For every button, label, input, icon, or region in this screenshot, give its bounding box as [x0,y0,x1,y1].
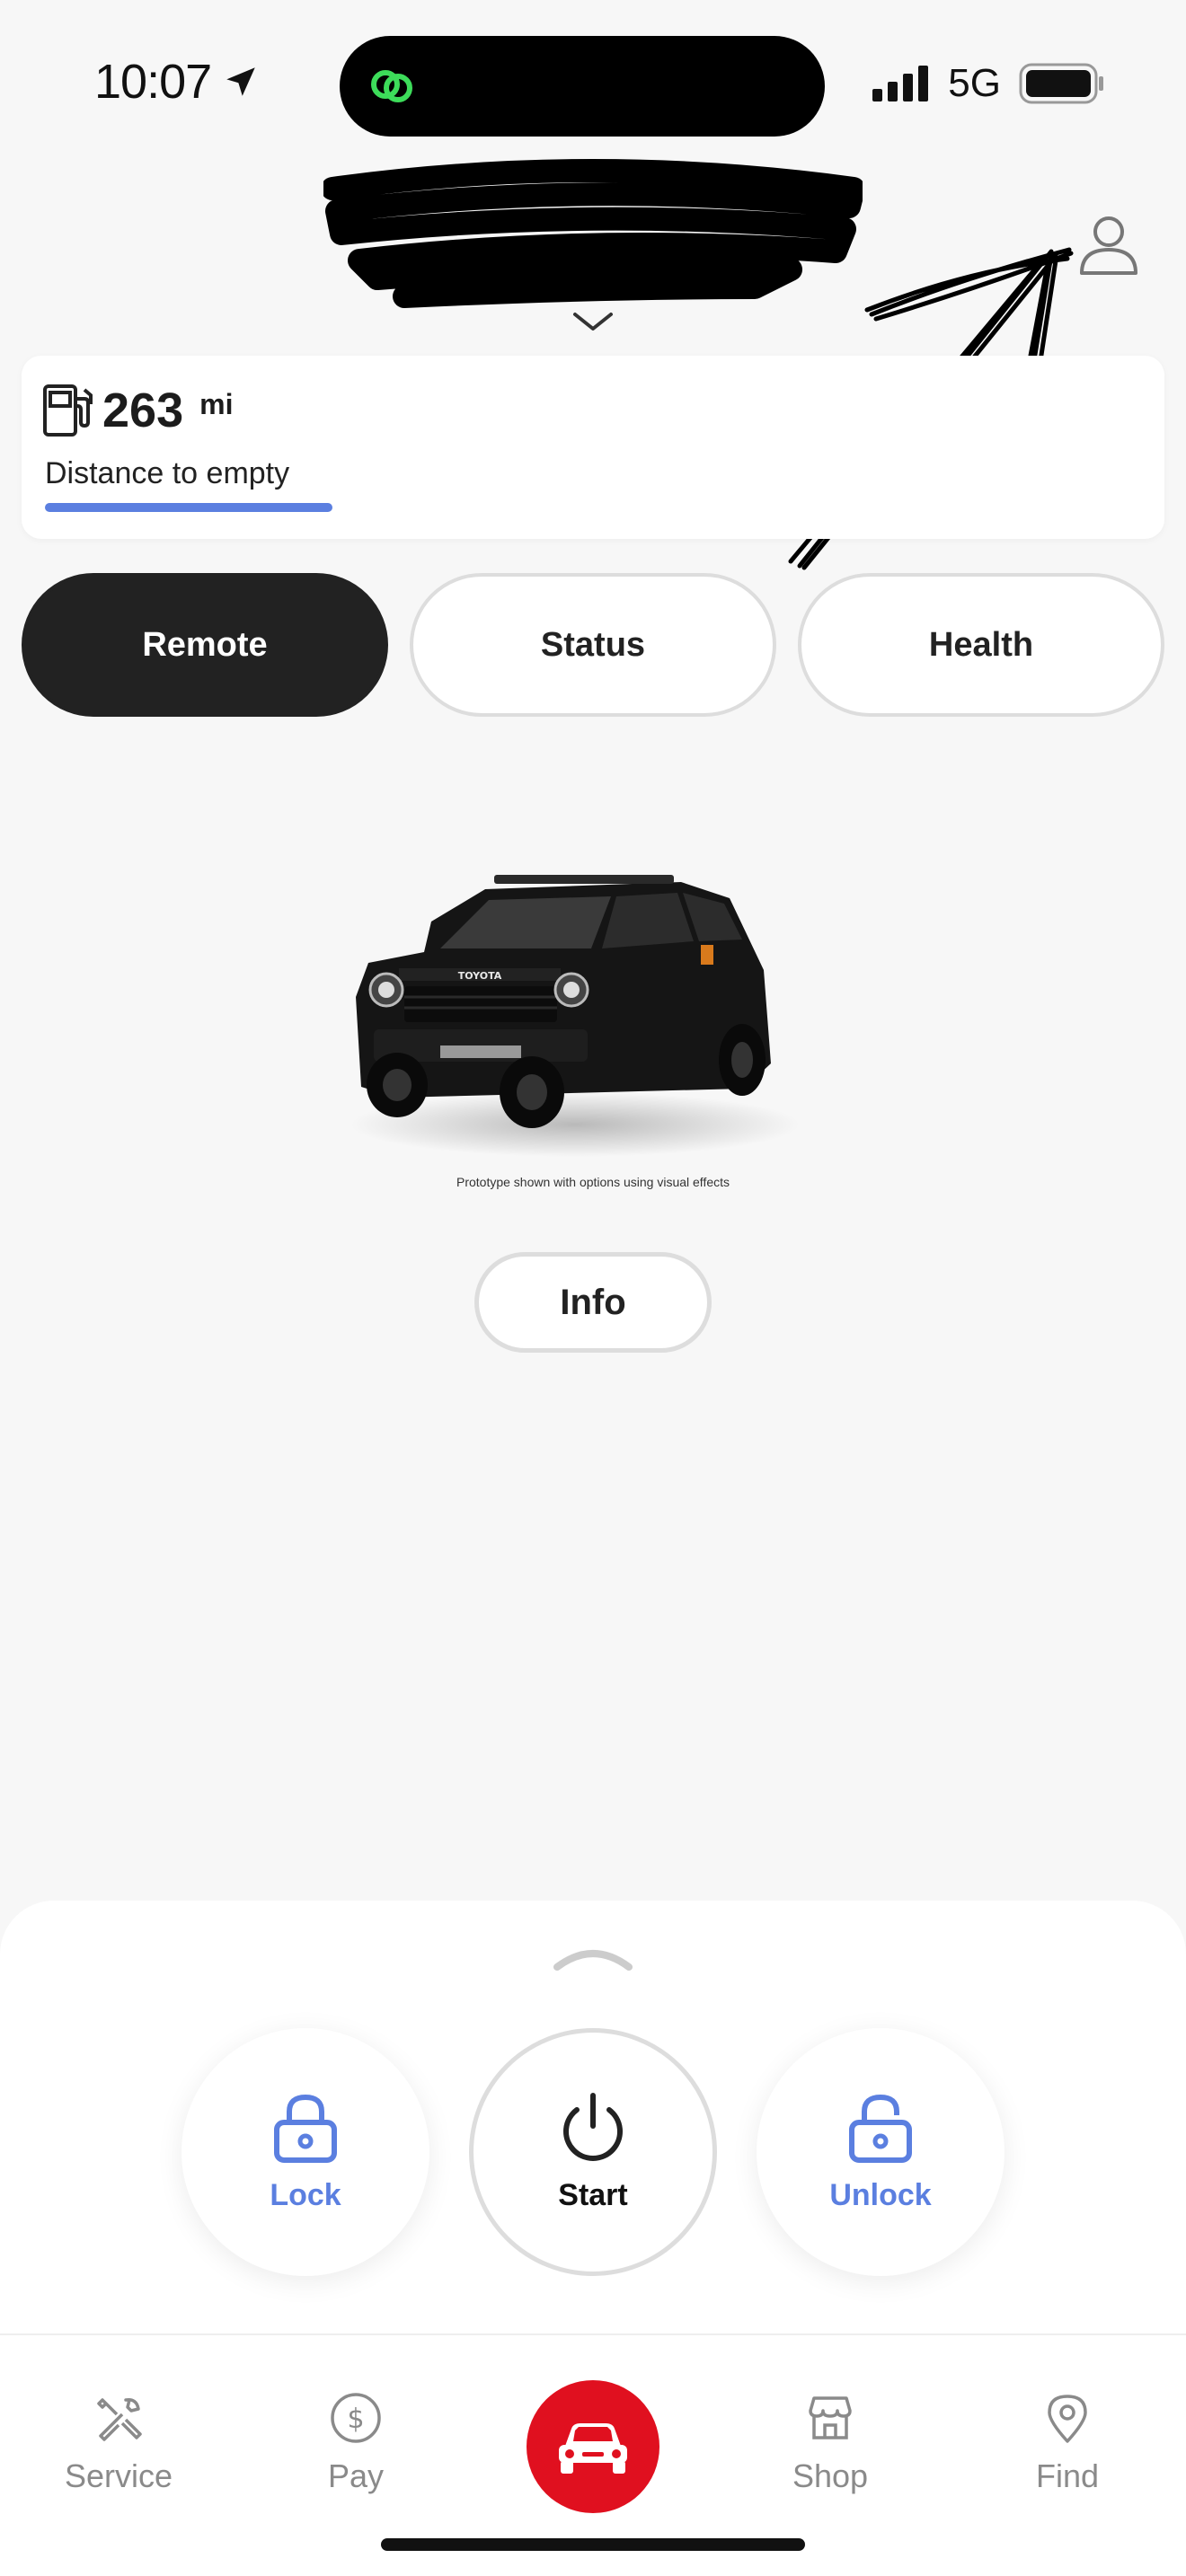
fuel-range-value: 263 mi [102,383,233,438]
storefront-icon [809,2396,852,2439]
fuel-range-label: Distance to empty [45,456,290,490]
nav-service-label: Service [64,2457,173,2494]
power-icon [563,2092,623,2161]
nav-shop-label: Shop [792,2457,869,2494]
lock-button[interactable]: Lock [181,2028,429,2276]
dollar-circle-icon: $ [331,2393,381,2443]
fuel-range-number: 263 [102,384,184,437]
view-tabs: Remote Status Health [22,573,1164,717]
lock-icon [274,2094,337,2163]
fuel-level-bar [45,503,332,512]
lock-label: Lock [270,2177,341,2212]
status-indicators: 5G [872,61,1105,106]
clock-text: 10:07 [94,55,212,109]
app-screen: 10:07 5G 263 mi Distance to empty Remote… [0,0,1186,2576]
tab-health[interactable]: Health [798,573,1164,717]
signal-bars-icon [872,66,929,101]
chevron-down-icon[interactable] [571,309,615,334]
fuel-pump-icon [43,384,93,437]
home-indicator[interactable] [381,2538,805,2551]
fuel-range-card[interactable]: 263 mi Distance to empty [22,356,1164,539]
dynamic-island [340,36,825,137]
svg-text:$: $ [347,2404,364,2435]
tab-remote[interactable]: Remote [22,573,388,717]
unlock-label: Unlock [829,2177,932,2212]
start-label: Start [558,2177,628,2212]
nav-pay[interactable]: $ Pay [275,2391,437,2495]
nav-find-label: Find [1035,2457,1100,2494]
vehicle-image: TOYOTA [350,875,800,1157]
sheet-handle-chevron-up-icon[interactable] [553,1945,633,1971]
nav-find[interactable]: Find [987,2391,1148,2495]
tab-status[interactable]: Status [410,573,776,717]
prototype-disclaimer: Prototype shown with options using visua… [456,1175,730,1189]
info-button[interactable]: Info [474,1252,712,1353]
unlock-button[interactable]: Unlock [757,2028,1005,2276]
link-app-icon [371,70,412,102]
start-button[interactable]: Start [469,2028,717,2276]
location-arrow-icon [226,67,255,96]
network-type: 5G [948,61,1001,105]
tools-icon [97,2397,142,2441]
battery-icon [1019,63,1103,104]
nav-pay-label: Pay [327,2457,385,2494]
unlock-icon [849,2094,912,2163]
status-time: 10:07 [94,54,260,110]
map-pin-icon [1048,2395,1087,2443]
toyota-badge: TOYOTA [458,970,502,982]
car-icon [559,2423,627,2474]
nav-service[interactable]: Service [38,2391,199,2495]
nav-shop[interactable]: Shop [749,2391,911,2495]
fuel-range-unit: mi [199,388,234,420]
nav-vehicle[interactable] [527,2380,659,2513]
